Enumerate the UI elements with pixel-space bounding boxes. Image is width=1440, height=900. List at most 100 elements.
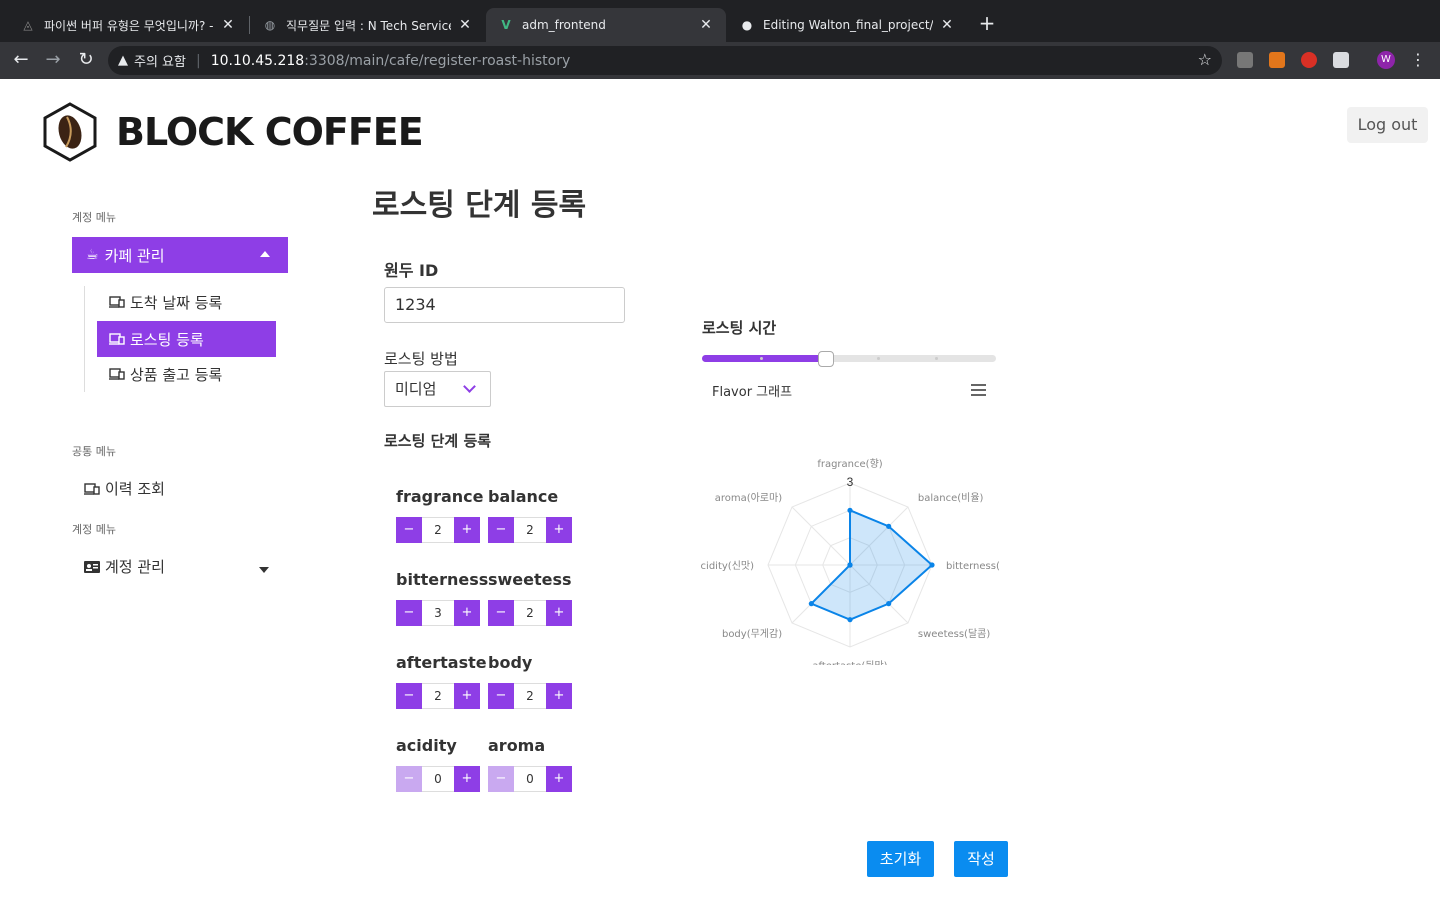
- increment-button[interactable]: +: [546, 517, 572, 543]
- roast-time-label: 로스팅 시간: [702, 319, 777, 337]
- security-warning[interactable]: 주의 요함: [134, 51, 186, 70]
- roast-method-select[interactable]: 미디엄: [384, 371, 491, 407]
- github-icon: ●: [741, 18, 753, 32]
- increment-button[interactable]: +: [454, 600, 480, 626]
- url-path: :3308/main/cafe/register-roast-history: [304, 52, 571, 69]
- roast-time-slider[interactable]: [702, 351, 996, 367]
- radar-point-2: [886, 523, 892, 529]
- decrement-button[interactable]: −: [488, 683, 514, 709]
- sidebar-item-label: 이력 조회: [105, 480, 165, 498]
- address-bar[interactable]: ▲ 주의 요함 | 10.10.45.218 :3308/main/cafe/r…: [108, 46, 1222, 75]
- browser-tab[interactable]: ◬ 파이썬 버퍼 유형은 무엇입니까? - 코 ✕: [8, 8, 248, 42]
- close-tab-icon[interactable]: ✕: [220, 17, 236, 33]
- sidebar-item-cafe-manage[interactable]: ☕ 카페 관리: [72, 237, 288, 273]
- increment-button[interactable]: +: [546, 600, 572, 626]
- devices-icon: [109, 296, 125, 308]
- browser-tab[interactable]: ● Editing Walton_final_project/RE ✕: [727, 8, 967, 42]
- extension-icon[interactable]: [1237, 52, 1253, 68]
- id-card-icon: [84, 560, 100, 573]
- radar-category-label: body(무게감): [722, 628, 782, 640]
- close-tab-icon[interactable]: ✕: [698, 17, 714, 33]
- menu-kebab-icon[interactable]: ⋮: [1410, 50, 1426, 69]
- stepper-value[interactable]: 2: [422, 683, 454, 709]
- chart-title: Flavor 그래프: [712, 385, 793, 400]
- decrement-button[interactable]: −: [488, 517, 514, 543]
- radar-spoke: [791, 506, 851, 566]
- coffee-bean-logo-icon: [43, 102, 97, 162]
- stepper-value[interactable]: 3: [422, 600, 454, 626]
- decrement-button[interactable]: −: [396, 766, 422, 792]
- stepper-value[interactable]: 2: [514, 683, 546, 709]
- stepper-value[interactable]: 2: [514, 600, 546, 626]
- flavor-label-sweetess: sweetess: [488, 570, 572, 589]
- close-tab-icon[interactable]: ✕: [939, 17, 955, 33]
- devices-icon: [109, 333, 125, 345]
- stepper-value[interactable]: 2: [514, 517, 546, 543]
- radar-point-5: [847, 617, 853, 623]
- increment-button[interactable]: +: [454, 517, 480, 543]
- back-arrow-icon[interactable]: ←: [9, 48, 33, 72]
- browser-tab[interactable]: ◍ 직무질문 입력 : N Tech Service 지 ✕: [250, 8, 485, 42]
- increment-button[interactable]: +: [546, 683, 572, 709]
- quantity-stepper: − 2 +: [396, 683, 480, 709]
- logout-button[interactable]: Log out: [1347, 107, 1428, 143]
- flavor-label-bitterness: bitterness: [396, 570, 489, 589]
- sidebar-item-product-shipping[interactable]: 상품 출고 등록: [97, 356, 276, 392]
- bean-id-label: 원두 ID: [384, 261, 439, 280]
- hamburger-menu-icon[interactable]: [971, 384, 986, 396]
- caret-up-icon: [260, 251, 270, 257]
- profile-avatar[interactable]: W: [1377, 51, 1395, 69]
- decrement-button[interactable]: −: [488, 766, 514, 792]
- forward-arrow-icon[interactable]: →: [41, 48, 65, 72]
- stepper-value[interactable]: 2: [422, 517, 454, 543]
- decrement-button[interactable]: −: [488, 600, 514, 626]
- divider: |: [195, 52, 201, 69]
- reload-icon[interactable]: ↻: [74, 48, 98, 72]
- radar-point-8: [847, 562, 853, 568]
- radar-max-tick-label: 3: [847, 475, 854, 489]
- close-tab-icon[interactable]: ✕: [457, 17, 473, 33]
- adblock-icon[interactable]: [1301, 52, 1317, 68]
- quantity-stepper: − 2 +: [488, 683, 572, 709]
- flavor-radar-chart: 3 fragrance(향) balance(비율) bitterness(쓴맛) sw…: [700, 458, 1000, 665]
- tab-title: 파이썬 버퍼 유형은 무엇입니까? - 코: [44, 18, 214, 33]
- metamask-fox-icon[interactable]: [1269, 52, 1285, 68]
- slider-tick: [760, 357, 763, 360]
- stepper-value[interactable]: 0: [422, 766, 454, 792]
- sidebar-item-roasting-register[interactable]: 로스팅 등록: [97, 321, 276, 357]
- increment-button[interactable]: +: [454, 766, 480, 792]
- decrement-button[interactable]: −: [396, 683, 422, 709]
- decrement-button[interactable]: −: [396, 517, 422, 543]
- flavor-label-aftertaste: aftertaste: [396, 653, 487, 672]
- increment-button[interactable]: +: [546, 766, 572, 792]
- increment-button[interactable]: +: [454, 683, 480, 709]
- globe-icon: ◍: [264, 18, 276, 32]
- caret-down-icon[interactable]: [259, 567, 269, 573]
- section-label: 공통 메뉴: [72, 445, 116, 458]
- sidebar-item-label: 계정 관리: [105, 558, 165, 576]
- submit-button[interactable]: 작성: [954, 841, 1008, 877]
- devices-icon: [84, 482, 100, 495]
- bean-id-input[interactable]: 1234: [384, 287, 625, 323]
- extension-icon[interactable]: [1333, 52, 1349, 68]
- submenu-guide-line: [84, 286, 85, 392]
- quantity-stepper: − 2 +: [488, 517, 572, 543]
- bookmark-star-icon[interactable]: ☆: [1198, 50, 1212, 69]
- new-tab-button[interactable]: +: [976, 12, 998, 34]
- slider-handle[interactable]: [818, 351, 834, 367]
- decrement-button[interactable]: −: [396, 600, 422, 626]
- browser-tab-active[interactable]: V adm_frontend ✕: [486, 8, 726, 42]
- reset-button[interactable]: 초기화: [867, 841, 934, 877]
- url-host: 10.10.45.218: [210, 52, 305, 69]
- tab-title: 직무질문 입력 : N Tech Service 지: [286, 18, 451, 33]
- quantity-stepper: − 2 +: [396, 517, 480, 543]
- slider-tick: [877, 357, 880, 360]
- stepper-value[interactable]: 0: [514, 766, 546, 792]
- sidebar-item-arrival-date[interactable]: 도착 날짜 등록: [97, 284, 276, 320]
- logo[interactable]: BLOCK COFFEE: [42, 102, 424, 162]
- sidebar-item-history[interactable]: 이력 조회: [84, 478, 165, 499]
- sidebar-item-account-manage[interactable]: 계정 관리: [84, 556, 165, 577]
- radar-point-4: [886, 601, 892, 607]
- slider-tick: [935, 357, 938, 360]
- sidebar-item-label: 카페 관리: [104, 246, 165, 265]
